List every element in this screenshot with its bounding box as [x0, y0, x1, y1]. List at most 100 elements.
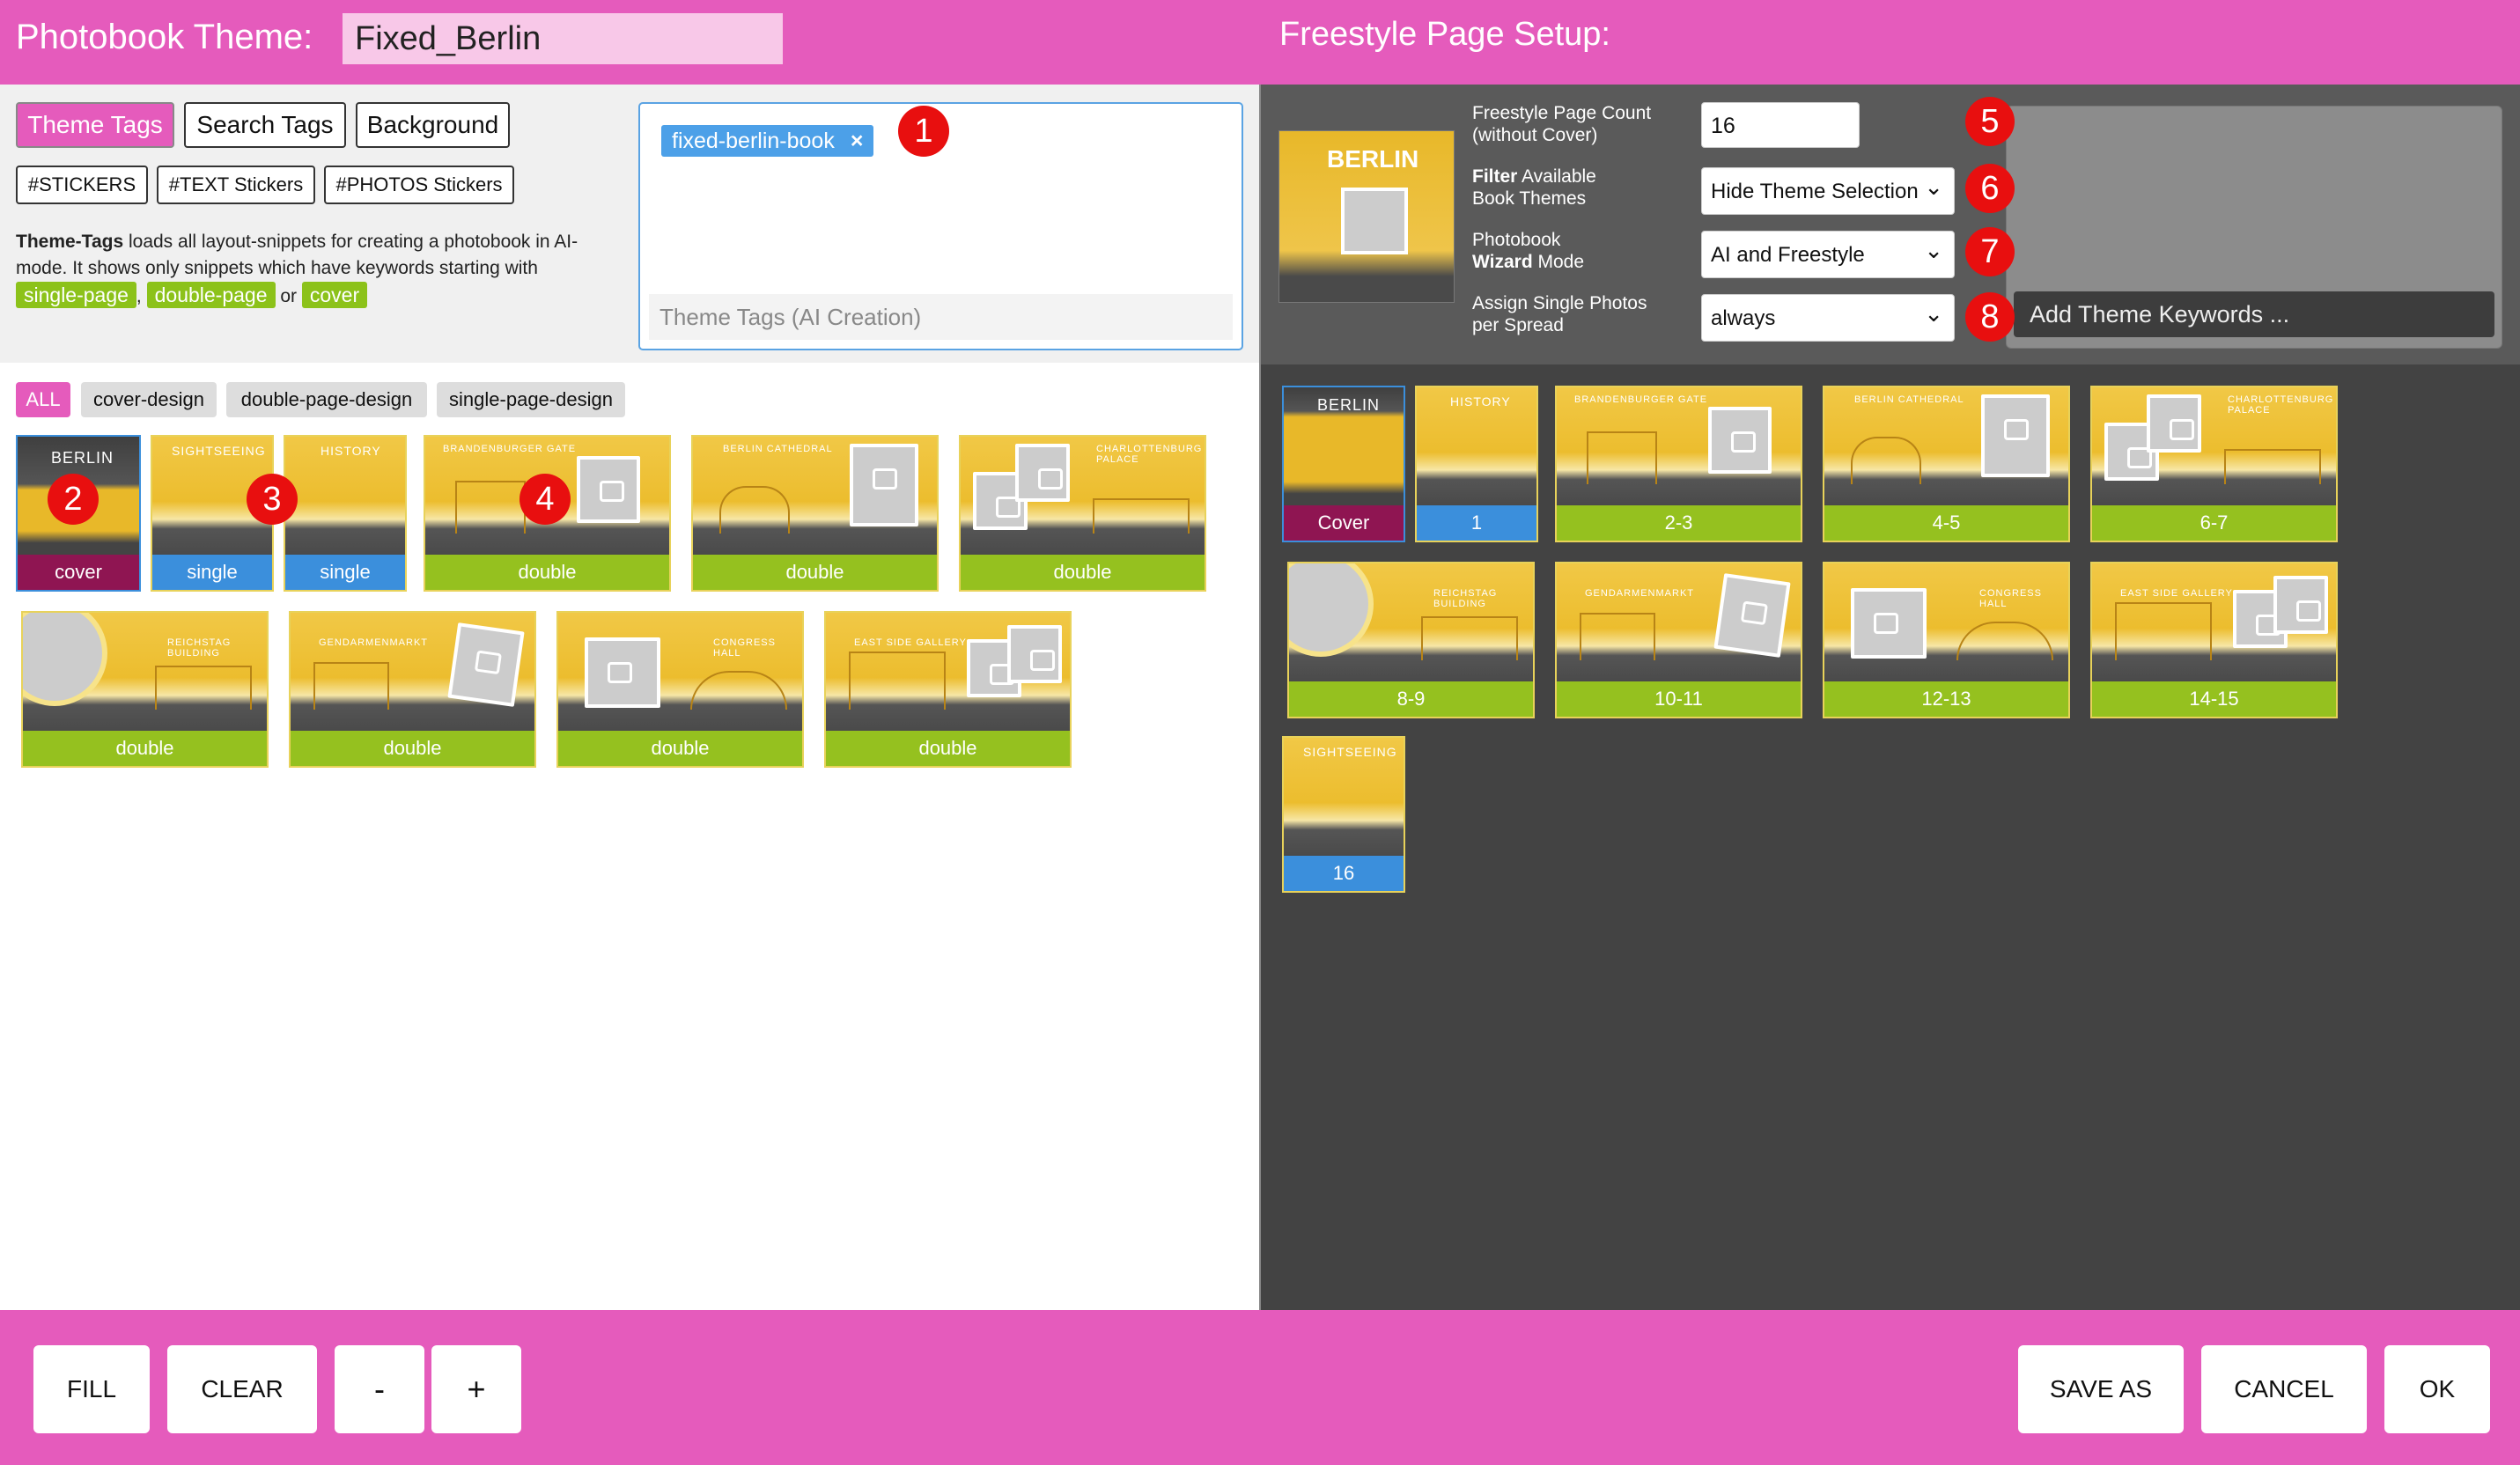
- top-bar: Photobook Theme: Fixed_Berlin Freestyle …: [0, 0, 2520, 85]
- snippet-title: CONGRESS HALL: [713, 637, 776, 659]
- close-icon[interactable]: ×: [851, 129, 864, 153]
- minus-button[interactable]: -: [335, 1345, 424, 1433]
- theme-preview-image: BERLIN: [1278, 130, 1455, 303]
- callout-badge-2: 2: [48, 474, 99, 525]
- filter-double-page-design[interactable]: double-page-design: [226, 382, 427, 417]
- filter-cover-design[interactable]: cover-design: [81, 382, 217, 417]
- theme-keywords-box[interactable]: Add Theme Keywords ...: [2006, 106, 2502, 349]
- page-count-label: Freestyle Page Count (without Cover): [1472, 102, 1651, 146]
- photo-placeholder-icon: [1981, 394, 2050, 477]
- page-caption: 2-3: [1557, 505, 1801, 541]
- tab-background[interactable]: Background: [356, 102, 510, 148]
- snippet-double-charlottenburg[interactable]: CHARLOTTENBURG PALACE double: [959, 435, 1206, 592]
- page-16[interactable]: SIGHTSEEING 16: [1282, 736, 1405, 893]
- building-sketch: [849, 652, 946, 710]
- building-sketch: [1587, 431, 1657, 484]
- building-sketch: [719, 486, 790, 534]
- callout-badge-6: 6: [1965, 164, 2015, 213]
- snippet-double-reichstag[interactable]: REICHSTAG BUILDING double: [21, 611, 269, 768]
- tab-theme-tags[interactable]: Theme Tags: [16, 102, 174, 148]
- filter-single-page-design[interactable]: single-page-design: [437, 382, 625, 417]
- snippet-caption: single: [152, 555, 272, 590]
- filter-label: Filter Available Book Themes: [1472, 166, 1596, 210]
- page-14-15[interactable]: EAST SIDE GALLERY 14-15: [2090, 562, 2338, 718]
- page-caption: 8-9: [1289, 681, 1533, 717]
- theme-tags-input[interactable]: Theme Tags (AI Creation): [649, 294, 1233, 340]
- cancel-button[interactable]: CANCEL: [2201, 1345, 2367, 1433]
- snippet-title: REICHSTAG BUILDING: [167, 637, 232, 659]
- tab-search-tags[interactable]: Search Tags: [184, 102, 346, 148]
- assign-photos-select[interactable]: always: [1701, 290, 1955, 342]
- freestyle-settings: BERLIN Freestyle Page Count (without Cove…: [1261, 85, 2520, 364]
- filter-themes-select[interactable]: Hide Theme Selection: [1701, 163, 1955, 215]
- page-12-13[interactable]: CONGRESS HALL 12-13: [1823, 562, 2070, 718]
- clear-button[interactable]: CLEAR: [167, 1345, 317, 1433]
- snippet-double-congress[interactable]: CONGRESS HALL double: [556, 611, 804, 768]
- wizard-label-rest: Mode: [1532, 252, 1585, 272]
- page-title: REICHSTAG BUILDING: [1433, 588, 1498, 609]
- snippet-double-gendarmenmarkt[interactable]: GENDARMENMARKT double: [289, 611, 536, 768]
- page-caption: Cover: [1284, 505, 1404, 541]
- snippet-double-east-side[interactable]: EAST SIDE GALLERY double: [824, 611, 1072, 768]
- text-stickers-button[interactable]: #TEXT Stickers: [157, 166, 315, 204]
- description-or: or: [280, 286, 298, 306]
- building-sketch: [1093, 498, 1190, 534]
- page-2-3[interactable]: BRANDENBURGER GATE 2-3: [1555, 386, 1802, 542]
- page-10-11[interactable]: GENDARMENMARKT 10-11: [1555, 562, 1802, 718]
- snippet-caption: double: [23, 731, 267, 766]
- theme-editor-pane: Theme Tags Search Tags Background #STICK…: [0, 85, 1261, 1310]
- building-sketch: [2115, 602, 2212, 660]
- building-sketch: [2224, 449, 2321, 484]
- page-caption: 10-11: [1557, 681, 1801, 717]
- photo-placeholder-icon: [2147, 394, 2201, 453]
- tag-chip: fixed-berlin-book ×: [661, 125, 874, 157]
- snippet-title: EAST SIDE GALLERY: [854, 637, 967, 648]
- filter-all[interactable]: ALL: [16, 382, 70, 417]
- save-as-button[interactable]: SAVE AS: [2018, 1345, 2184, 1433]
- snippet-caption: cover: [18, 555, 139, 590]
- freestyle-setup-pane: BERLIN Freestyle Page Count (without Cove…: [1261, 85, 2520, 1310]
- description-sep: ,: [136, 286, 142, 306]
- page-title: BERLIN CATHEDRAL: [1854, 394, 1964, 405]
- callout-badge-3: 3: [247, 474, 298, 525]
- snippet-single-history[interactable]: HISTORY single: [284, 435, 407, 592]
- callout-badge-8: 8: [1965, 292, 2015, 342]
- page-6-7[interactable]: CHARLOTTENBURG PALACE 6-7: [2090, 386, 2338, 542]
- assign-label: Assign Single Photos per Spread: [1472, 292, 1647, 336]
- photobook-theme-title: Photobook Theme:: [16, 18, 313, 56]
- page-caption: 6-7: [2092, 505, 2336, 541]
- snippet-title: BRANDENBURGER GATE: [443, 444, 577, 454]
- page-8-9[interactable]: REICHSTAG BUILDING 8-9: [1287, 562, 1535, 718]
- page-caption: 1: [1417, 505, 1536, 541]
- assign-label-line2: per Spread: [1472, 315, 1564, 335]
- page-count-input[interactable]: 16: [1701, 102, 1860, 148]
- plus-button[interactable]: +: [431, 1345, 521, 1433]
- photos-stickers-button[interactable]: #PHOTOS Stickers: [324, 166, 514, 204]
- tag-single-page: single-page: [16, 282, 136, 308]
- freestyle-setup-title: Freestyle Page Setup:: [1279, 16, 1610, 53]
- page-cover[interactable]: BERLIN Cover: [1282, 386, 1405, 542]
- theme-keywords-input[interactable]: Add Theme Keywords ...: [2014, 291, 2494, 337]
- snippet-caption: single: [285, 555, 405, 590]
- page-title: GENDARMENMARKT: [1585, 588, 1695, 599]
- theme-name-input[interactable]: Fixed_Berlin: [343, 13, 783, 64]
- page-4-5[interactable]: BERLIN CATHEDRAL 4-5: [1823, 386, 2070, 542]
- page-caption: 4-5: [1824, 505, 2068, 541]
- building-sketch: [1421, 616, 1518, 660]
- photo-placeholder-icon: [1015, 444, 1070, 502]
- snippet-title: BERLIN CATHEDRAL: [723, 444, 833, 454]
- building-sketch: [1580, 613, 1655, 660]
- snippet-double-cathedral[interactable]: BERLIN CATHEDRAL double: [691, 435, 939, 592]
- filter-label-rest: Available: [1517, 166, 1596, 187]
- wizard-mode-select[interactable]: AI and Freestyle: [1701, 226, 1955, 278]
- snippet-title: GENDARMENMARKT: [319, 637, 429, 648]
- page-1[interactable]: HISTORY 1: [1415, 386, 1538, 542]
- stickers-button[interactable]: #STICKERS: [16, 166, 148, 204]
- page-caption: 14-15: [2092, 681, 2336, 717]
- building-sketch: [455, 481, 526, 534]
- snippet-caption: double: [961, 555, 1205, 590]
- page-count-label-line2: (without Cover): [1472, 125, 1598, 145]
- fill-button[interactable]: FILL: [33, 1345, 150, 1433]
- snippet-caption: double: [558, 731, 802, 766]
- ok-button[interactable]: OK: [2384, 1345, 2490, 1433]
